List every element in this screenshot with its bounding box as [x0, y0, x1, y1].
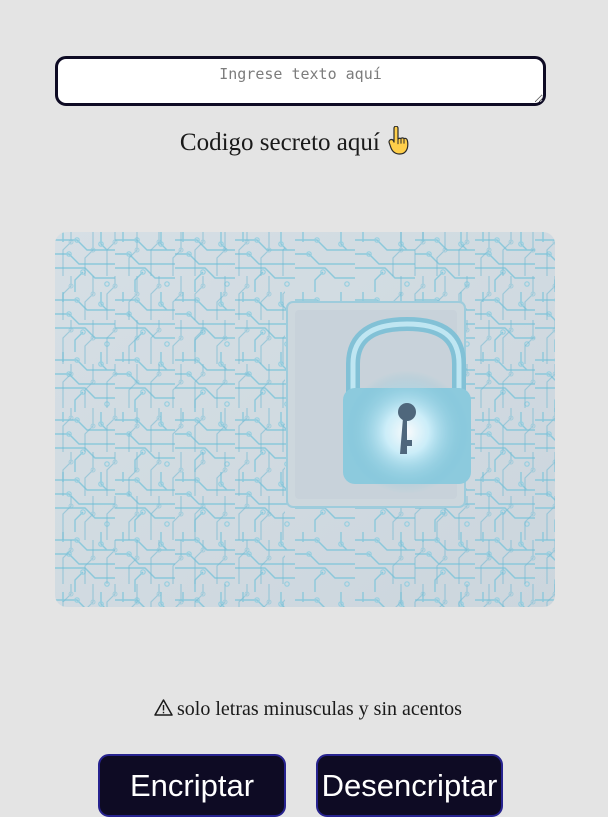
secret-code-label: Codigo secreto aquí: [0, 126, 590, 157]
warning-message: solo letras minusculas y sin acentos: [0, 698, 608, 721]
decrypt-button[interactable]: Desencriptar: [316, 754, 503, 817]
secret-code-text: Codigo secreto aquí: [179, 129, 380, 156]
encrypt-button[interactable]: Encriptar: [98, 754, 286, 817]
text-input[interactable]: [55, 56, 546, 106]
pointing-up-hand-icon: [388, 126, 409, 155]
warning-icon: [154, 699, 173, 716]
circuit-lock-image: [55, 232, 555, 607]
warning-text: solo letras minusculas y sin acentos: [177, 698, 462, 720]
